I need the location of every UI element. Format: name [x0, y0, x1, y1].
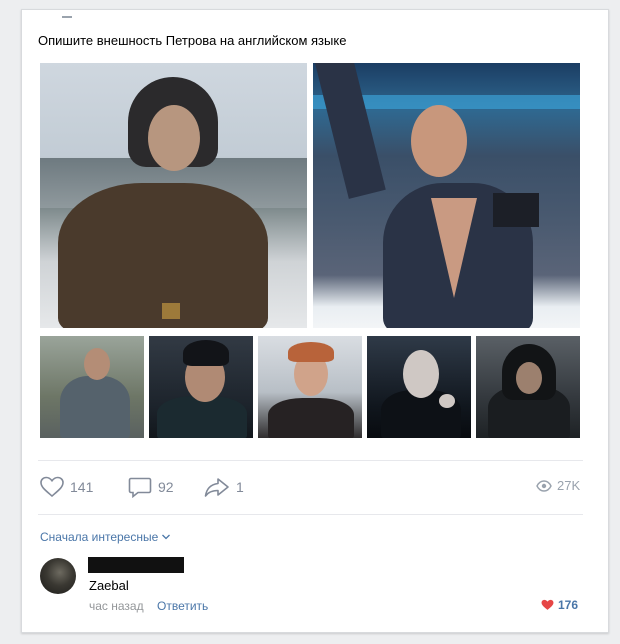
chevron-down-icon — [162, 534, 171, 540]
share-icon — [204, 478, 229, 497]
top-divider-mark — [62, 16, 72, 18]
buckle-shape — [162, 303, 180, 319]
photo-vampire[interactable] — [367, 336, 471, 438]
photo-jacket-group[interactable] — [40, 336, 144, 438]
comment-icon — [128, 477, 152, 498]
cloak-shape — [268, 398, 354, 438]
photo-redhead[interactable] — [258, 336, 362, 438]
share-count: 1 — [236, 479, 244, 495]
heart-icon — [40, 476, 64, 498]
face-shape — [516, 362, 542, 394]
face-shape — [411, 105, 467, 177]
eye-icon — [536, 479, 552, 492]
comment-like-button[interactable]: 176 — [541, 598, 578, 612]
raised-arm — [315, 63, 386, 199]
face-shape — [403, 350, 439, 398]
share-button[interactable]: 1 — [204, 476, 244, 498]
comment-text: Zaebal — [89, 578, 129, 593]
hand-shape — [439, 394, 455, 408]
comment-button[interactable]: 92 — [128, 476, 174, 498]
face-shape — [84, 348, 110, 380]
post-text: Опишите внешность Петрова на английском … — [38, 33, 347, 48]
divider — [38, 460, 583, 461]
hair-shape — [288, 342, 334, 362]
author-name-redacted[interactable] — [88, 557, 184, 573]
comment-like-count: 176 — [558, 598, 579, 612]
comments-sort-dropdown[interactable]: Сначала интересные — [40, 530, 171, 544]
beanie-shape — [183, 340, 229, 366]
epaulette-shape — [493, 193, 539, 227]
like-button[interactable]: 141 — [40, 476, 93, 498]
jacket-shape — [157, 396, 247, 438]
sort-label: Сначала интересные — [40, 530, 159, 544]
photo-hoodie[interactable] — [476, 336, 580, 438]
like-count: 141 — [70, 479, 94, 495]
views-counter: 27K — [536, 478, 580, 493]
comment-time[interactable]: час назад — [89, 599, 144, 613]
face-shape — [148, 105, 200, 171]
photo-figure-skater[interactable] — [313, 63, 580, 328]
comment-count: 92 — [158, 479, 174, 495]
jacket-shape — [60, 376, 130, 438]
divider — [38, 514, 583, 515]
views-count: 27K — [557, 478, 581, 493]
heart-icon — [541, 599, 554, 610]
photo-soldier-ushanka[interactable] — [40, 63, 307, 328]
avatar[interactable] — [40, 558, 76, 594]
photo-beanie[interactable] — [149, 336, 253, 438]
reply-button[interactable]: Ответить — [157, 599, 208, 613]
